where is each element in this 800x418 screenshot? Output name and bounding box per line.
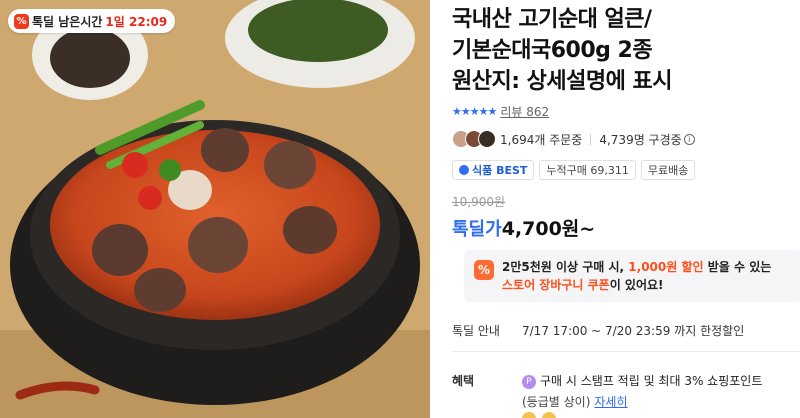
- timer-label: 톡딜 남은시간: [32, 14, 103, 29]
- coupon-banner[interactable]: % 2만5천원 이상 구매 시, 1,000원 할인 받을 수 있는 스토어 장…: [464, 250, 800, 302]
- review-count-link[interactable]: 리뷰 862: [500, 103, 549, 120]
- tag-free-shipping: 무료배송: [640, 160, 696, 180]
- avatar: [478, 130, 496, 148]
- divider: [590, 133, 592, 145]
- benefit-text: 구매 시 스탬프 적립 및 최대 3% 쇼핑포인트: [540, 374, 763, 388]
- best-badge-icon: [459, 165, 469, 175]
- coin-icon: [522, 412, 536, 418]
- benefit-note: (등급별 상이): [522, 395, 591, 409]
- deal-period-label: 톡딜 안내: [452, 324, 500, 338]
- tag-food-best[interactable]: 식품 BEST: [452, 160, 535, 180]
- original-price: 10,900원: [452, 195, 506, 209]
- deal-price-label: 톡딜가: [452, 219, 502, 240]
- star-rating-icon: ★★★★★: [452, 105, 497, 118]
- info-icon[interactable]: i: [683, 133, 695, 145]
- more-benefit-icons: [522, 412, 556, 418]
- buyer-avatars: [452, 130, 496, 148]
- rating-row: ★★★★★ 리뷰 862: [452, 103, 800, 120]
- benefit-row: 혜택 P 구매 시 스탬프 적립 및 최대 3% 쇼핑포인트 (등급별 상이) 자세…: [452, 372, 762, 410]
- coupon-text: 2만5천원 이상 구매 시, 1,000원 할인 받을 수 있는 스토어 장바구…: [502, 260, 772, 292]
- product-info-panel: 국내산 고기순대 얼큰/ 기본순대국600g 2종 원산지: 상세설명에 표시 …: [452, 0, 800, 418]
- benefit-label: 혜택: [452, 374, 475, 388]
- product-image[interactable]: % 톡딜 남은시간 1일 22:09: [0, 0, 430, 418]
- activity-stats: 1,694개 주문중 4,739명 구경중 i: [452, 129, 800, 149]
- viewer-count: 4,739명 구경중: [599, 132, 682, 147]
- coin-icon: [542, 412, 556, 418]
- price-row: 톡딜가 4,700원~: [452, 214, 800, 241]
- product-title: 국내산 고기순대 얼큰/ 기본순대국600g 2종 원산지: 상세설명에 표시: [452, 7, 673, 94]
- points-icon: P: [522, 374, 536, 389]
- deal-period-row: 톡딜 안내 7/17 17:00 ~ 7/20 23:59 까지 한정할인: [452, 322, 744, 339]
- percent-icon: %: [14, 13, 29, 29]
- order-count: 1,694개 주문중: [500, 132, 583, 147]
- soup-photo: [0, 0, 430, 418]
- tag-cumulative-purchases: 누적구매 69,311: [539, 160, 636, 180]
- deal-price: 4,700원~: [501, 218, 596, 240]
- timer-value: 1일 22:09: [105, 14, 168, 29]
- product-tags: 식품 BEST 누적구매 69,311 무료배송: [452, 160, 800, 180]
- section-divider: [452, 351, 800, 352]
- deal-timer-badge: % 톡딜 남은시간 1일 22:09: [8, 9, 176, 33]
- deal-period-value: 7/17 17:00 ~ 7/20 23:59 까지 한정할인: [522, 324, 745, 338]
- details-link[interactable]: 자세히: [594, 395, 627, 409]
- percent-coupon-icon: %: [474, 260, 494, 280]
